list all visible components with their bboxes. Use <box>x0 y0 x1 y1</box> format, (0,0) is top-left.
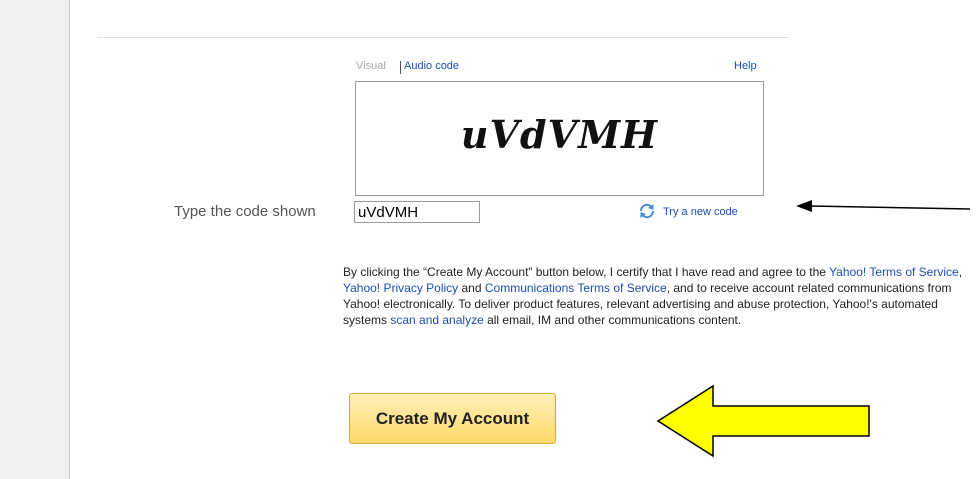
terms-end: all email, IM and other communications c… <box>483 313 742 327</box>
comms-terms-link[interactable]: Communications Terms of Service <box>485 281 667 295</box>
arrow-left-icon <box>656 384 870 458</box>
captcha-image: uVdVMH <box>355 81 764 196</box>
terms-text: By clicking the “Create My Account” butt… <box>343 265 963 327</box>
visual-tab[interactable]: Visual <box>356 60 386 72</box>
code-label: Type the code shown <box>174 203 316 220</box>
privacy-link[interactable]: Yahoo! Privacy Policy <box>343 281 458 295</box>
tos-link[interactable]: Yahoo! Terms of Service <box>829 265 959 279</box>
captcha-code-input[interactable] <box>354 201 480 223</box>
captcha-text: uVdVMH <box>460 112 659 157</box>
scan-analyze-link[interactable]: scan and analyze <box>390 313 483 327</box>
create-account-button[interactable]: Create My Account <box>349 393 556 444</box>
terms-intro: By clicking the “Create My Account” butt… <box>343 265 826 279</box>
try-new-code-link[interactable]: Try a new code <box>663 206 738 218</box>
help-link[interactable]: Help <box>734 60 757 72</box>
arrow-left-icon <box>796 200 971 212</box>
left-gutter <box>0 0 69 479</box>
audio-code-tab[interactable]: Audio code <box>404 60 459 72</box>
section-divider <box>97 37 789 38</box>
tab-separator <box>400 61 401 74</box>
refresh-icon[interactable] <box>638 202 656 220</box>
gutter-divider <box>69 0 70 479</box>
